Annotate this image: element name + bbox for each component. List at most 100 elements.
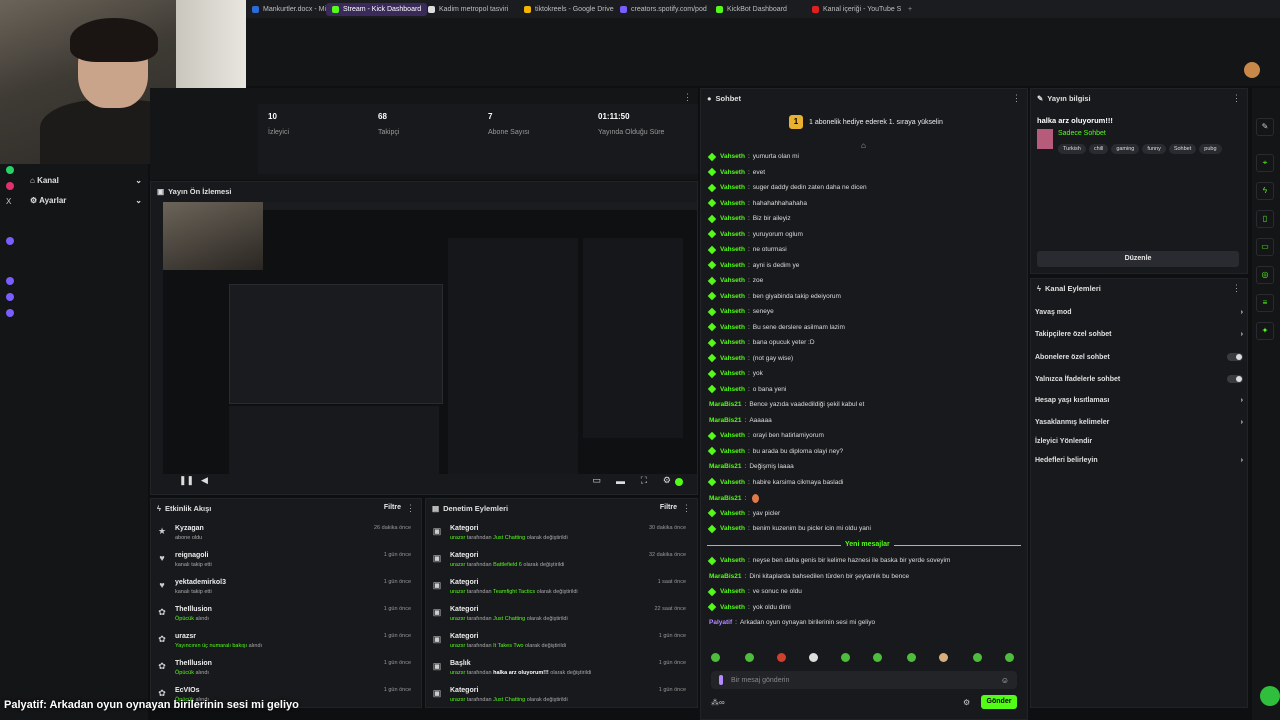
chat-message[interactable]: Vahseth: yok oldu dimi [707, 602, 791, 612]
new-tab-button[interactable]: + [902, 3, 918, 16]
subs-only-toggle[interactable] [1227, 353, 1243, 361]
chat-username[interactable]: Vahseth [720, 386, 745, 393]
chat-message[interactable]: Vahseth: benim kuzenim bu picler icin mi … [707, 524, 871, 533]
action-banned-words[interactable]: Yasaklanmış kelimeler › [1035, 419, 1243, 426]
clock-icon[interactable] [6, 277, 14, 285]
chat-message[interactable]: MaraBis21: Aaaaaa [709, 417, 772, 424]
chat-message[interactable]: MaraBis21: Değişmiş laaaa [709, 463, 794, 470]
send-button[interactable]: Gönder [981, 695, 1017, 709]
chat-message[interactable]: Vahseth: ve sonuc ne oldu [707, 587, 802, 596]
chat-username[interactable]: Palyatif [709, 619, 732, 626]
list-item[interactable]: ▣ Kategori urazsr tarafından Just Chatting… [426, 604, 694, 631]
wrench-icon[interactable]: ✦ [1256, 322, 1274, 340]
chat-message[interactable]: Vahseth: yuruyorum oglum [707, 229, 803, 239]
edit-icon[interactable]: ✎ [1256, 118, 1274, 136]
volume-icon[interactable]: ◀ [201, 475, 208, 486]
sidebar-item-ayarlar[interactable]: ⚙ Ayarlar ⌄ [30, 196, 142, 205]
list-item[interactable]: ▣ Kategori urazsr tarafından Just Chatting… [426, 685, 694, 712]
action-account-age[interactable]: Hesap yaşı kısıtlaması › [1035, 397, 1243, 404]
x-icon[interactable]: X [6, 198, 14, 206]
list-item[interactable]: ♥ yektademirkol3 kanalı takip etti 1 gün ön… [151, 577, 419, 604]
chat-username[interactable]: MaraBis21 [709, 417, 742, 424]
chat-message[interactable]: Vahseth: suger daddy dedin zaten daha ne … [707, 183, 867, 192]
emote-icon[interactable] [873, 653, 882, 662]
emotes-only-toggle[interactable] [1227, 375, 1243, 383]
list-item[interactable]: ▣ Kategori urazsr tarafından It Takes Two … [426, 631, 694, 658]
chat-username[interactable]: Vahseth [720, 355, 745, 362]
radio-icon[interactable]: ◎ [1256, 266, 1274, 284]
chat-username[interactable]: Vahseth [720, 525, 745, 532]
chat-username[interactable]: Vahseth [720, 262, 745, 269]
chat-username[interactable]: Vahseth [720, 479, 745, 486]
fullscreen-icon[interactable]: ⛶ [641, 475, 647, 486]
chat-username[interactable]: MaraBis21 [709, 463, 742, 470]
emote-icon[interactable] [841, 653, 850, 662]
chat-message[interactable]: Vahseth: yav picler [707, 508, 780, 518]
bolt-icon[interactable]: ϟ [1256, 182, 1274, 200]
browser-tab[interactable]: KickBot Dashboard [710, 3, 793, 16]
chat-message[interactable]: Vahseth: ayni is dedim ye [707, 260, 799, 270]
chat-username[interactable]: Vahseth [720, 246, 745, 253]
more-icon[interactable]: ⋮ [683, 92, 692, 103]
chat-username[interactable]: Vahseth [720, 339, 745, 346]
list-item[interactable]: ♥ reignagoli kanalı takip etti 1 gün önce [151, 550, 419, 577]
settings-icon[interactable] [6, 309, 14, 317]
chat-message[interactable]: Vahseth: bana opucuk yeter :D [707, 338, 815, 347]
chat-message[interactable]: Vahseth: yumurta olan mi [707, 152, 799, 161]
browser-tab[interactable]: Kanal içeriği - YouTube S [806, 3, 907, 16]
chat-username[interactable]: Vahseth [720, 184, 745, 191]
emote-icon[interactable] [711, 653, 720, 662]
chat-username[interactable]: MaraBis21 [709, 573, 742, 580]
chat-message[interactable]: MaraBis21: Dini kitaplarda bahsedilen tür… [709, 573, 909, 580]
list-item[interactable]: ▣ Kategori urazsr tarafından Just Chatting… [426, 523, 694, 550]
chat-username[interactable]: Vahseth [720, 277, 745, 284]
emoji-icon[interactable]: ☺ [1001, 676, 1009, 685]
category-name[interactable]: Sadece Sohbet [1058, 130, 1106, 137]
browser-tab[interactable]: tiktokreels - Google Drive [518, 3, 620, 16]
filter-button[interactable]: Filtre [660, 504, 677, 511]
chat-icon[interactable]: ▭ [1256, 238, 1274, 256]
chat-message[interactable]: Vahseth: ne oturmasi [707, 245, 787, 254]
gear-icon[interactable]: ⚙ [663, 475, 671, 486]
emote-icon[interactable] [939, 653, 948, 662]
list-item[interactable]: ✿ urazsr Yayıncının üç numaralı bakışı alı… [151, 631, 419, 658]
chat-username[interactable]: Vahseth [720, 293, 745, 300]
pause-icon[interactable]: ❚❚ [179, 475, 194, 486]
list-item[interactable]: ▣ Kategori urazsr tarafından Teamfight Tac… [426, 577, 694, 604]
emote-icon[interactable] [777, 653, 786, 662]
edit-button[interactable]: Düzenle [1037, 251, 1239, 267]
chat-username[interactable]: Vahseth [720, 370, 745, 377]
chat-username[interactable]: Vahseth [720, 604, 745, 611]
chat-message[interactable]: Vahseth: ben giyabinda takip edeiyorum [707, 291, 841, 301]
gear-icon[interactable]: ⚙ [963, 698, 970, 707]
more-icon[interactable]: ⋮ [1232, 283, 1241, 294]
chat-message[interactable]: MaraBis21: Bence yazıda vaadedildiği şeki… [709, 401, 864, 408]
chat-username[interactable]: Vahseth [720, 510, 745, 517]
chat-username[interactable]: Vahseth [720, 215, 745, 222]
chat-message[interactable]: MaraBis21: [709, 494, 760, 503]
sub-gift-banner[interactable]: 1 1 abonelik hediye ederek 1. sıraya yük… [789, 115, 943, 129]
instagram-icon[interactable] [6, 182, 14, 190]
emote-icon[interactable] [745, 653, 754, 662]
more-icon[interactable]: ⋮ [682, 503, 691, 514]
list-item[interactable]: ★ Kyzagan abone oldu 26 dakika önce [151, 523, 419, 550]
more-icon[interactable]: ⋮ [1232, 93, 1241, 104]
emote-icon[interactable] [1005, 653, 1014, 662]
sidebar-item-kanal[interactable]: ⌂ Kanal ⌄ [30, 176, 142, 185]
discord-icon[interactable] [6, 237, 14, 245]
chat-message[interactable]: Vahseth: Bu sene derslere asilmam lazim [707, 322, 845, 332]
action-followers-only[interactable]: Takipçilere özel sohbet › [1035, 331, 1243, 338]
theater-icon[interactable]: ▬ [616, 476, 625, 486]
action-slow-mode[interactable]: Yavaş mod › [1035, 309, 1243, 316]
browser-tab-active[interactable]: Stream - Kick Dashboard [326, 3, 428, 16]
target-icon[interactable]: ⌖ [1256, 154, 1274, 172]
list-item[interactable]: ▣ Başlık urazsr tarafından halka arz oluyo… [426, 658, 694, 685]
chat-username[interactable]: Vahseth [720, 231, 745, 238]
chat-username[interactable]: Vahseth [720, 324, 745, 331]
chat-message[interactable]: Vahseth: evet [707, 167, 765, 177]
emote-icon[interactable] [973, 653, 982, 662]
chat-username[interactable]: Vahseth [720, 557, 745, 564]
chat-message[interactable]: Vahseth: Biz bir aileyiz [707, 214, 791, 223]
action-goals[interactable]: Hedefleri belirleyin › [1035, 457, 1243, 464]
chat-message[interactable]: Vahseth: zoe [707, 276, 763, 285]
